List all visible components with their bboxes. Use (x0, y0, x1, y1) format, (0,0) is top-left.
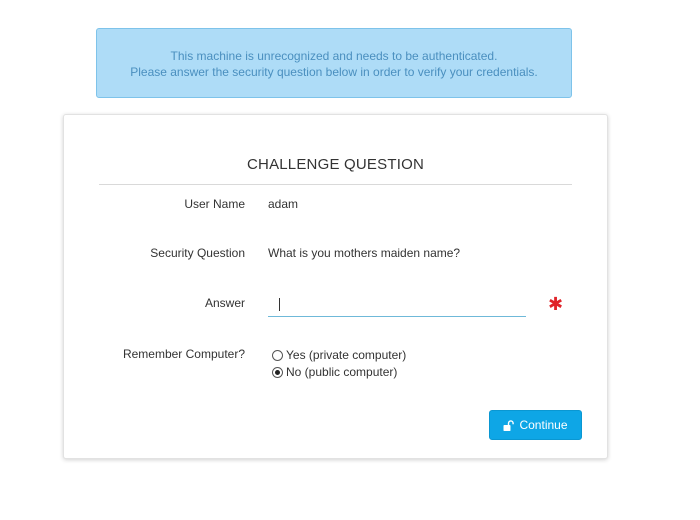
auth-notice-banner: This machine is unrecognized and needs t… (96, 28, 572, 98)
remember-yes-option[interactable]: Yes (private computer) (272, 348, 406, 362)
card-title: CHALLENGE QUESTION (247, 156, 424, 173)
remember-no-label: No (public computer) (286, 365, 398, 379)
text-cursor (279, 298, 280, 311)
answer-label: Answer (204, 296, 245, 310)
remember-yes-label: Yes (private computer) (286, 348, 407, 362)
notice-line-1: This machine is unrecognized and needs t… (170, 49, 498, 63)
answer-input[interactable] (268, 293, 526, 317)
security-question-value: What is you mothers maiden name? (268, 246, 461, 260)
remember-no-option[interactable]: No (public computer) (272, 365, 397, 379)
radio-no[interactable] (272, 366, 283, 378)
radio-yes[interactable] (272, 349, 283, 361)
continue-button[interactable]: Continue (489, 410, 582, 440)
security-question-label: Security Question (150, 246, 245, 260)
continue-label: Continue (519, 418, 568, 432)
remember-computer-label: Remember Computer? (122, 347, 245, 361)
challenge-question-card: CHALLENGE QUESTION User Name adam Securi… (63, 114, 608, 459)
notice-line-2: Please answer the security question belo… (130, 65, 538, 79)
username-value: adam (268, 197, 299, 211)
unlock-icon (503, 419, 515, 431)
title-divider (99, 184, 572, 185)
username-label: User Name (184, 197, 245, 211)
required-asterisk-icon: ✱ (548, 294, 564, 314)
